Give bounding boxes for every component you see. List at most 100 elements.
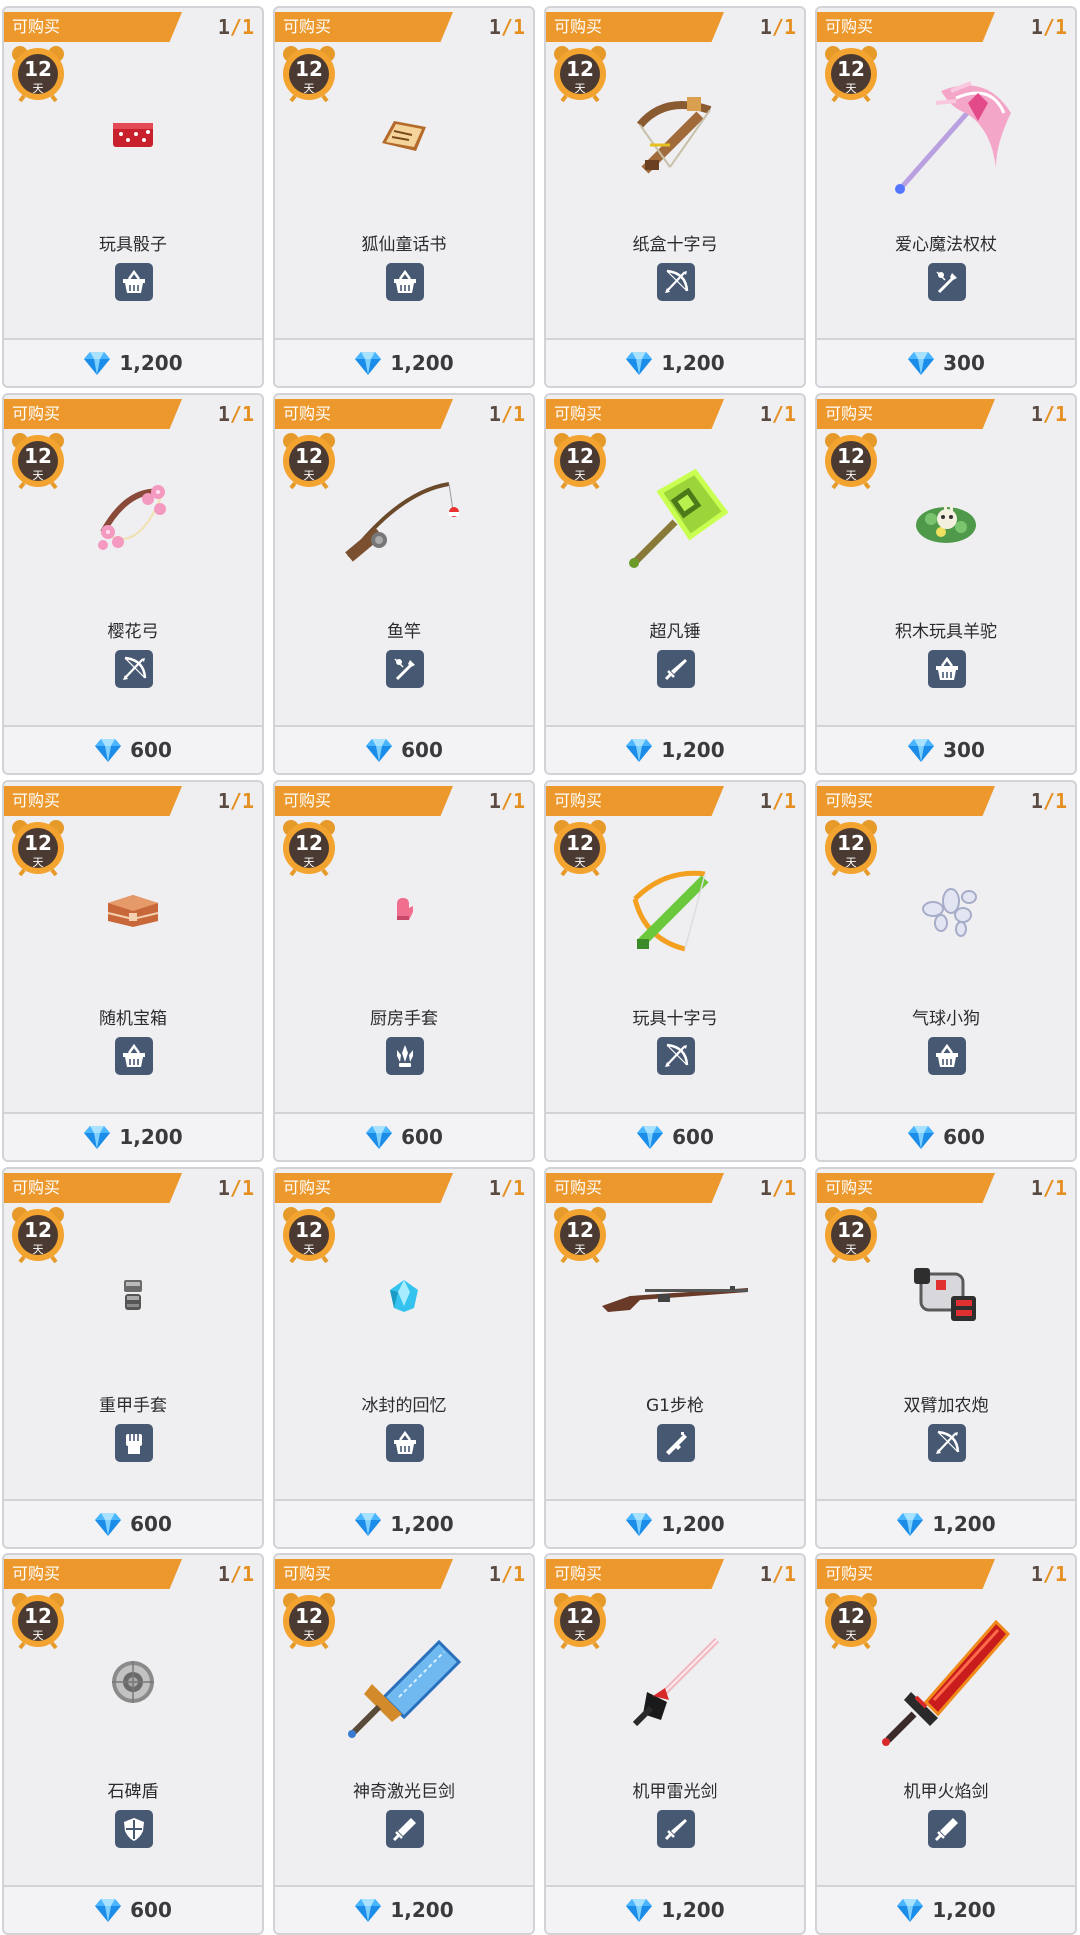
price-row[interactable]: 1,200 [4,1112,262,1160]
shop-item-card[interactable]: 可购买 1/1 12 天 神奇激光巨剑 1,200 [273,1553,535,1935]
stock-current: 1 [1030,15,1043,39]
item-price: 1,200 [119,1125,183,1149]
shop-item-card[interactable]: 可购买 1/1 12 天 机甲雷光剑 1,200 [544,1553,806,1935]
purchasable-badge: 可购买 [817,12,995,42]
price-row[interactable]: 1,200 [546,725,804,773]
shop-item-card[interactable]: 可购买 1/1 12 天 机甲火焰剑 1,200 [815,1553,1077,1935]
gem-icon [83,1124,111,1150]
purchasable-badge: 可购买 [546,1559,724,1589]
item-name: 纸盒十字弓 [632,235,718,255]
shop-item-card[interactable]: 可购买 1/1 12 天 冰封的回忆 1,200 [273,1167,535,1549]
price-row[interactable]: 1,200 [817,1499,1075,1547]
stock-current: 1 [488,1562,501,1586]
gem-icon [354,1897,382,1923]
item-price: 300 [943,351,985,375]
shop-item-card[interactable]: 可购买 1/1 12 天 石碑盾 600 [2,1553,264,1935]
price-row[interactable]: 1,200 [275,1499,533,1547]
stock-current: 1 [759,402,772,426]
price-row[interactable]: 300 [817,725,1075,773]
gem-icon [625,737,653,763]
stock-counter: 1/1 [1031,399,1067,429]
item-image [275,457,533,587]
stock-counter: 1/1 [218,12,254,42]
stock-counter: 1/1 [218,786,254,816]
gem-icon [896,1897,924,1923]
purchasable-badge: 可购买 [4,786,182,816]
price-row[interactable]: 1,200 [817,1885,1075,1933]
shop-item-card[interactable]: 可购买 1/1 12 天 厨房手套 600 [273,780,535,1162]
stock-counter: 1/1 [489,1559,525,1589]
item-image [817,1231,1075,1361]
price-row[interactable]: 1,200 [546,338,804,386]
shop-item-body: 可购买 1/1 12 天 鱼竿 [275,395,533,723]
stock-current: 1 [759,789,772,813]
shop-item-card[interactable]: 可购买 1/1 12 天 重甲手套 600 [2,1167,264,1549]
price-row[interactable]: 600 [275,725,533,773]
shop-item-card[interactable]: 可购买 1/1 12 天 樱花弓 600 [2,393,264,775]
gem-icon [907,350,935,376]
purchasable-badge: 可购买 [546,786,724,816]
stock-max: /1 [771,15,796,39]
item-image [4,1617,262,1747]
basket-icon [115,263,153,301]
staff-icon [386,650,424,688]
price-row[interactable]: 600 [4,725,262,773]
gem-icon [354,1511,382,1537]
gun-icon [657,1424,695,1462]
shop-item-card[interactable]: 可购买 1/1 12 天 超凡锤 1,200 [544,393,806,775]
item-name: 神奇激光巨剑 [353,1782,455,1802]
price-row[interactable]: 600 [4,1885,262,1933]
shop-item-card[interactable]: 可购买 1/1 12 天 玩具骰子 1,200 [2,6,264,388]
stock-max: /1 [500,402,525,426]
basket-icon [928,1037,966,1075]
shop-item-card[interactable]: 可购买 1/1 12 天 玩具十字弓 600 [544,780,806,1162]
price-row[interactable]: 1,200 [4,338,262,386]
gem-icon [94,737,122,763]
staff-icon [928,263,966,301]
stock-max: /1 [229,789,254,813]
stock-max: /1 [1042,1562,1067,1586]
price-row[interactable]: 600 [817,1112,1075,1160]
item-image [546,1231,804,1361]
item-name: 玩具骰子 [99,235,167,255]
purchasable-badge: 可购买 [275,1173,453,1203]
shop-item-card[interactable]: 可购买 1/1 12 天 纸盒十字弓 1,200 [544,6,806,388]
price-row[interactable]: 1,200 [275,1885,533,1933]
bow-icon [657,1037,695,1075]
price-row[interactable]: 300 [817,338,1075,386]
stock-max: /1 [229,1176,254,1200]
price-row[interactable]: 1,200 [275,338,533,386]
shop-item-card[interactable]: 可购买 1/1 12 天 气球小狗 600 [815,780,1077,1162]
purchasable-badge: 可购买 [275,786,453,816]
shop-item-body: 可购买 1/1 12 天 纸盒十字弓 [546,8,804,336]
shop-item-card[interactable]: 可购买 1/1 12 天 G1步枪 1,200 [544,1167,806,1549]
shop-grid: 可购买 1/1 12 天 玩具骰子 1,200 可购买 1/1 12 天 狐仙童话书… [0,0,1080,1935]
shop-item-card[interactable]: 可购买 1/1 12 天 积木玩具羊驼 300 [815,393,1077,775]
bow-icon [928,1424,966,1462]
item-image [817,457,1075,587]
stock-max: /1 [229,15,254,39]
item-name: 玩具十字弓 [632,1009,718,1029]
gem-icon [354,350,382,376]
stock-max: /1 [229,1562,254,1586]
price-row[interactable]: 1,200 [546,1499,804,1547]
price-row[interactable]: 600 [546,1112,804,1160]
price-row[interactable]: 600 [4,1499,262,1547]
item-name: 爱心魔法权杖 [895,235,997,255]
purchasable-badge: 可购买 [546,399,724,429]
stock-counter: 1/1 [760,12,796,42]
shop-item-body: 可购买 1/1 12 天 G1步枪 [546,1169,804,1497]
shop-item-card[interactable]: 可购买 1/1 12 天 双臂加农炮 1,200 [815,1167,1077,1549]
item-image [546,457,804,587]
price-row[interactable]: 1,200 [546,1885,804,1933]
price-row[interactable]: 600 [275,1112,533,1160]
shop-item-card[interactable]: 可购买 1/1 12 天 爱心魔法权杖 300 [815,6,1077,388]
stock-current: 1 [1030,1176,1043,1200]
item-name: 积木玩具羊驼 [895,622,997,642]
stock-counter: 1/1 [760,786,796,816]
shop-item-card[interactable]: 可购买 1/1 12 天 随机宝箱 1,200 [2,780,264,1162]
purchasable-badge: 可购买 [817,786,995,816]
shop-item-card[interactable]: 可购买 1/1 12 天 鱼竿 600 [273,393,535,775]
shop-item-card[interactable]: 可购买 1/1 12 天 狐仙童话书 1,200 [273,6,535,388]
stock-current: 1 [488,15,501,39]
